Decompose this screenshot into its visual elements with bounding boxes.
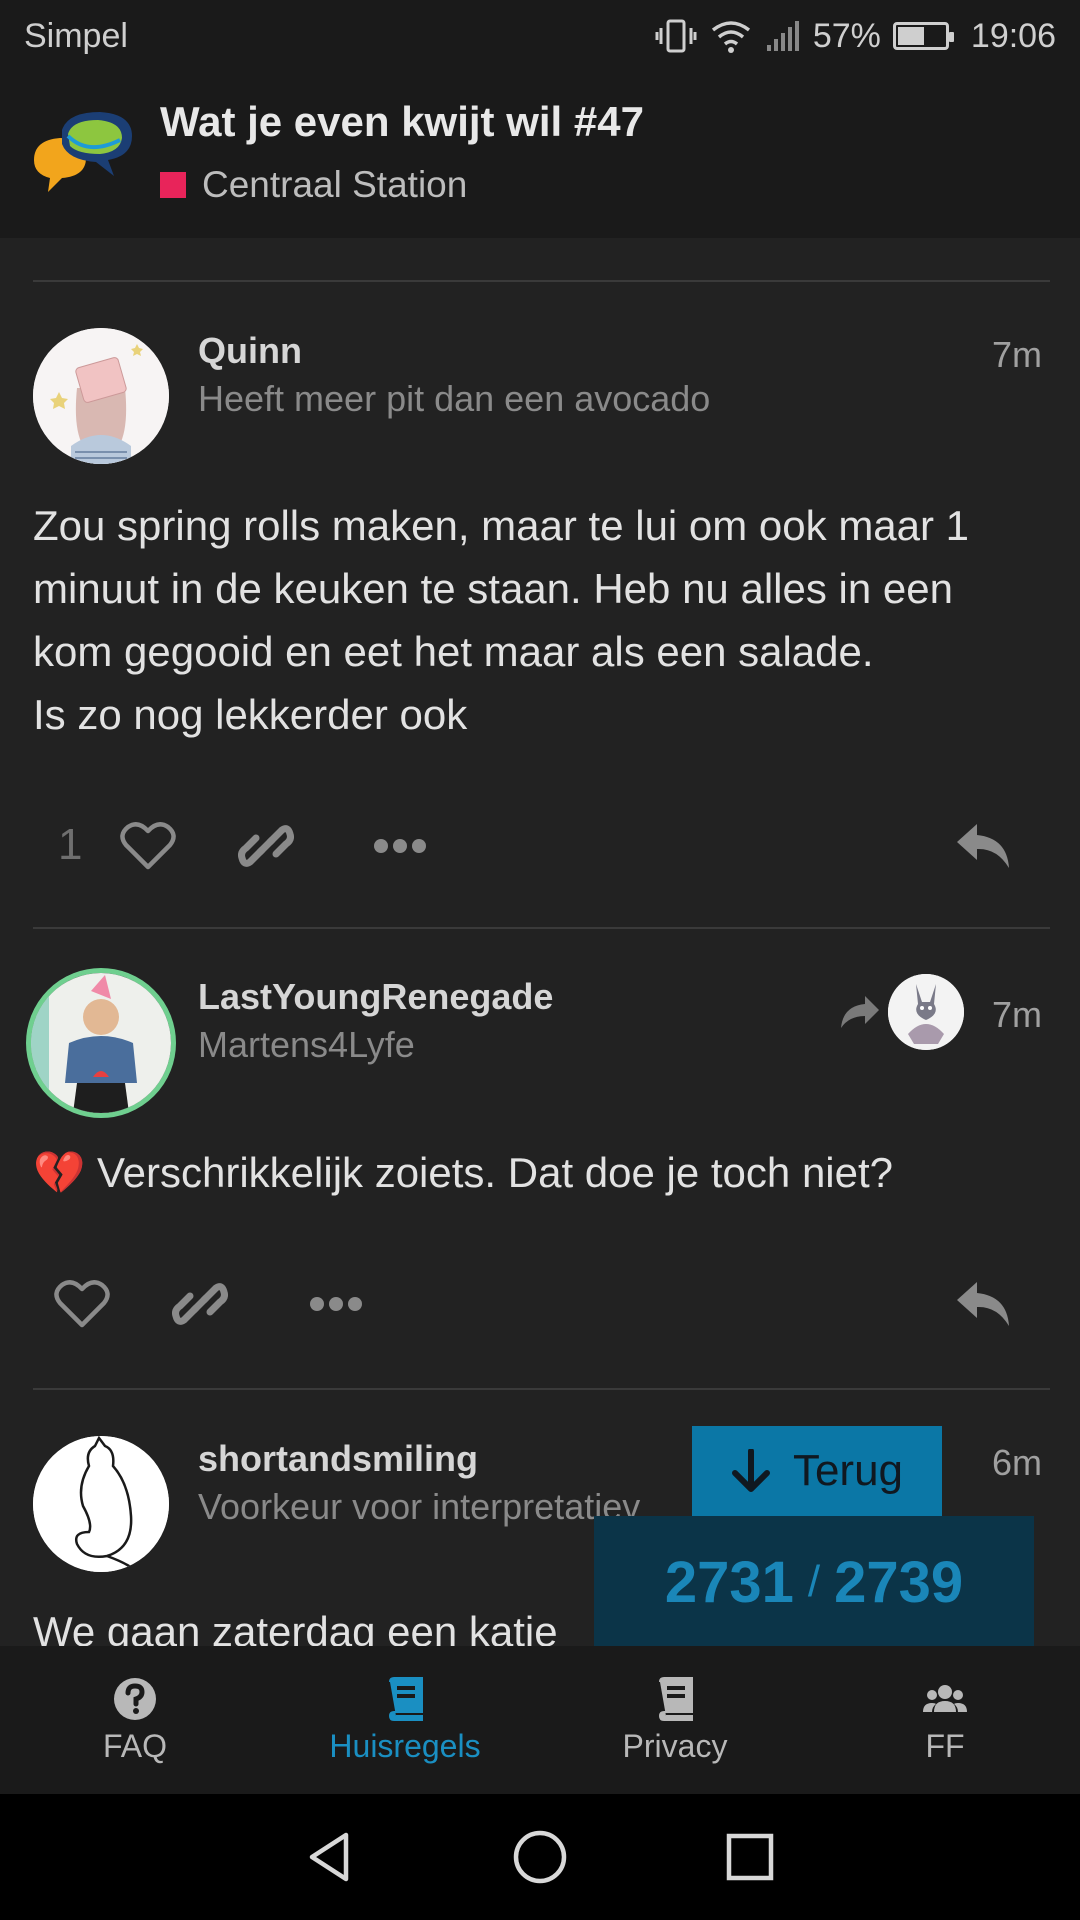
copy-link-button[interactable] xyxy=(236,818,296,874)
more-button[interactable] xyxy=(370,818,430,874)
like-button[interactable] xyxy=(52,1276,112,1332)
topic-progress[interactable]: 2731 / 2739 xyxy=(594,1516,1034,1648)
reply-to-avatar[interactable] xyxy=(888,974,964,1050)
recents-square-icon[interactable] xyxy=(720,1827,780,1887)
avatar[interactable] xyxy=(33,1436,169,1572)
post-user-title: Heeft meer pit dan een avocado xyxy=(198,378,711,419)
book-icon xyxy=(388,1676,423,1721)
post-username[interactable]: LastYoungRenegade xyxy=(198,976,553,1018)
avatar[interactable] xyxy=(33,328,169,464)
reply-icon xyxy=(957,1282,1009,1326)
reply-icon xyxy=(957,824,1009,868)
clock: 19:06 xyxy=(970,16,1056,55)
progress-separator: / xyxy=(807,1557,821,1606)
battery-icon xyxy=(892,22,954,50)
post-user-title: Voorkeur voor interpretatiev xyxy=(198,1486,641,1527)
arrow-down-icon xyxy=(731,1449,770,1492)
battery-percent: 57% xyxy=(812,16,881,55)
back-to-last-read-button[interactable]: Terug xyxy=(692,1426,942,1516)
link-icon xyxy=(172,1283,228,1325)
signal-icon xyxy=(765,21,801,51)
like-count[interactable]: 1 xyxy=(58,820,82,870)
post-age[interactable]: 7m xyxy=(992,994,1042,1036)
category-name: Centraal Station xyxy=(202,164,468,205)
ellipsis-icon xyxy=(374,839,426,853)
back-triangle-icon[interactable] xyxy=(300,1827,360,1887)
nav-item-privacy[interactable]: Privacy xyxy=(540,1646,810,1794)
post-age[interactable]: 7m xyxy=(992,334,1042,376)
nav-item-huisregels[interactable]: Huisregels xyxy=(270,1646,540,1794)
post-divider xyxy=(33,927,1050,929)
system-navigation-bar xyxy=(0,1794,1080,1920)
post-body: 💔 Verschrikkelijk zoiets. Dat doe je toc… xyxy=(33,1149,894,1196)
nav-item-ff[interactable]: FF xyxy=(810,1646,1080,1794)
nav-label: FAQ xyxy=(102,1727,167,1764)
ellipsis-icon xyxy=(310,1297,362,1311)
bottom-navigation: FAQ Huisregels Privacy FF xyxy=(0,1646,1080,1794)
topic-title[interactable]: Wat je even kwijt wil #47 xyxy=(160,98,644,146)
reply-button[interactable] xyxy=(952,1276,1014,1332)
post-username[interactable]: Quinn xyxy=(198,330,302,372)
wifi-icon xyxy=(709,18,753,54)
category-color-badge xyxy=(160,172,186,198)
question-circle-icon xyxy=(114,1677,156,1720)
post-user-title: Martens4Lyfe xyxy=(198,1024,415,1065)
carrier-name: Simpel xyxy=(24,16,128,55)
vibrate-icon xyxy=(655,18,697,54)
copy-link-button[interactable] xyxy=(170,1276,230,1332)
nav-label: Privacy xyxy=(622,1727,728,1764)
status-bar: Simpel 57% 19:06 xyxy=(0,0,1080,72)
site-logo[interactable] xyxy=(28,106,140,206)
nav-label: Huisregels xyxy=(329,1727,481,1764)
home-circle-icon[interactable] xyxy=(510,1827,570,1887)
nav-item-faq[interactable]: FAQ xyxy=(0,1646,270,1794)
post-body: Zou spring rolls maken, maar te lui om o… xyxy=(33,502,970,738)
progress-current: 2731 xyxy=(664,1549,794,1615)
link-icon xyxy=(238,825,294,867)
topic-header: Wat je even kwijt wil #47 Centraal Stati… xyxy=(0,72,1080,238)
post-age[interactable]: 6m xyxy=(992,1442,1042,1484)
category-link[interactable]: Centraal Station xyxy=(160,164,467,206)
like-button[interactable] xyxy=(118,818,178,874)
back-label: Terug xyxy=(792,1446,904,1495)
book-icon xyxy=(658,1676,693,1721)
post-divider xyxy=(33,280,1050,282)
reply-to-arrow-icon xyxy=(836,990,884,1034)
more-button[interactable] xyxy=(306,1276,366,1332)
reply-button[interactable] xyxy=(952,818,1014,874)
progress-total: 2739 xyxy=(834,1549,964,1615)
avatar-with-online-ring[interactable] xyxy=(26,968,176,1118)
users-icon xyxy=(923,1684,967,1712)
post-username[interactable]: shortandsmiling xyxy=(198,1438,478,1480)
post-divider xyxy=(33,1388,1050,1390)
nav-label: FF xyxy=(925,1727,965,1764)
